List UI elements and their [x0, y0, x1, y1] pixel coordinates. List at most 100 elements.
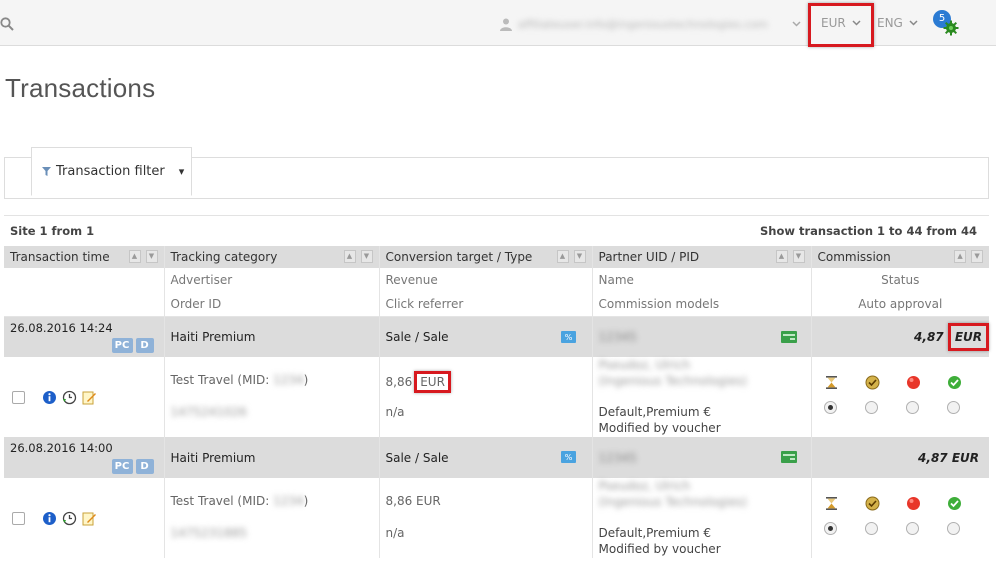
- user-icon: [500, 18, 512, 31]
- approved-icon[interactable]: [947, 496, 962, 511]
- sort-asc-button[interactable]: ▲: [775, 250, 788, 263]
- sort-desc-button[interactable]: ▼: [792, 250, 805, 263]
- d-badge: D: [135, 459, 154, 474]
- revenue-amount: 8,86: [385, 375, 413, 389]
- pc-badge: PC: [111, 459, 133, 474]
- svg-text:%: %: [564, 333, 572, 342]
- approved-pending-icon[interactable]: [865, 375, 880, 390]
- pager-row: Site 1 from 1 Show transaction 1 to 44 f…: [4, 216, 989, 246]
- status-radio-approved[interactable]: [946, 401, 960, 414]
- advertiser-suffix: ): [303, 373, 309, 387]
- info-icon[interactable]: [42, 390, 57, 405]
- partner-name: Pseudoz, Ulrich: [598, 358, 691, 372]
- svg-text:%: %: [564, 453, 572, 462]
- status-radio-pending[interactable]: [864, 522, 878, 535]
- commission-amount: 4,87 EUR: [811, 437, 990, 478]
- credit-card-icon[interactable]: [780, 451, 797, 463]
- modified-note: Modified by voucher: [598, 421, 721, 435]
- header-row: Transaction time ▲ ▼ Tracking category ▲ ▼…: [4, 246, 990, 268]
- advertiser-suffix: ): [303, 494, 309, 508]
- column-header: Commission ▲ ▼: [811, 246, 990, 268]
- partner-company: (Ingenious Technologies): [598, 374, 748, 388]
- click-referrer: n/a: [385, 526, 405, 540]
- transaction-detail-row: Test Travel (MID: 1234) 1475231885 8,86 …: [4, 478, 989, 558]
- commission-models: Default,Premium €: [598, 405, 712, 419]
- hourglass-icon[interactable]: [824, 375, 839, 390]
- user-menu[interactable]: affiliateuser.info@ingenioustechnologies…: [500, 16, 801, 32]
- pc-badge: PC: [111, 338, 133, 353]
- transaction-time: 26.08.2016 14:00: [10, 441, 113, 455]
- status-radio-pending[interactable]: [864, 401, 878, 414]
- column-label: Tracking category: [170, 250, 278, 264]
- status-radio-open[interactable]: [823, 401, 837, 414]
- credit-card-icon[interactable]: [780, 330, 797, 343]
- transaction-summary-row: 26.08.2016 14:24 PC D Haiti Premium Sale …: [4, 316, 990, 357]
- history-icon[interactable]: [62, 390, 77, 405]
- info-icon[interactable]: [42, 511, 57, 526]
- status-radio-approved[interactable]: [946, 522, 960, 535]
- filter-icon: [42, 167, 51, 176]
- rejected-icon[interactable]: [906, 375, 921, 390]
- edit-icon[interactable]: [82, 511, 97, 526]
- row-checkbox[interactable]: [12, 512, 25, 525]
- sort-asc-button[interactable]: ▲: [343, 250, 356, 263]
- transaction-filter-tab[interactable]: Transaction filter ▾: [31, 147, 192, 196]
- partner-company: (Ingenious Technologies): [598, 495, 748, 509]
- commission-amount: 4,87: [914, 329, 944, 344]
- modified-note: Modified by voucher: [598, 542, 721, 556]
- sort-desc-button[interactable]: ▼: [145, 250, 158, 263]
- rejected-icon[interactable]: [906, 496, 921, 511]
- commission-models: Default,Premium €: [598, 526, 712, 540]
- revenue-currency-highlight: EUR: [414, 371, 451, 393]
- subheader-row: Order ID Click referrer Commission model…: [4, 292, 990, 317]
- column-label: Conversion target / Type: [385, 250, 533, 264]
- sort-asc-button[interactable]: ▲: [128, 250, 141, 263]
- subheader-label: Advertiser: [164, 268, 380, 292]
- conversion-type: Sale / Sale: [385, 450, 449, 465]
- subheader-label: Status: [881, 273, 920, 287]
- sort-asc-button[interactable]: ▲: [556, 250, 569, 263]
- language-selector[interactable]: ENG: [877, 16, 918, 30]
- hourglass-icon[interactable]: [824, 496, 839, 511]
- advertiser-mid: 1234: [273, 373, 304, 387]
- row-checkbox[interactable]: [12, 391, 25, 404]
- history-icon[interactable]: [62, 511, 77, 526]
- percent-icon[interactable]: %: [560, 451, 576, 463]
- status-radio-open[interactable]: [823, 522, 837, 535]
- chevron-down-icon: [792, 21, 801, 27]
- column-header: Conversion target / Type ▲ ▼: [379, 246, 593, 268]
- sort-desc-button[interactable]: ▼: [573, 250, 586, 263]
- sort-asc-button[interactable]: ▲: [954, 250, 967, 263]
- edit-icon[interactable]: [82, 390, 97, 405]
- subheader-label: Commission models: [592, 292, 812, 317]
- subheader-label: Revenue: [379, 268, 593, 292]
- transaction-range: Show transaction 1 to 44 from 44: [759, 224, 978, 238]
- percent-icon[interactable]: %: [560, 330, 576, 343]
- column-header: Tracking category ▲ ▼: [164, 246, 380, 268]
- approved-icon[interactable]: [947, 375, 962, 390]
- notifications-button[interactable]: 5: [933, 10, 961, 36]
- partner-uid: 12345: [598, 450, 637, 465]
- column-header: Partner UID / PID ▲ ▼: [592, 246, 812, 268]
- subheader-row: Advertiser Revenue Name Status: [4, 268, 989, 292]
- caret-down-icon: ▾: [178, 165, 185, 178]
- order-id: 1475231885: [170, 526, 247, 540]
- commission-currency-highlight: EUR: [947, 322, 990, 351]
- sort-desc-button[interactable]: ▼: [971, 250, 984, 263]
- subheader-label: Name: [592, 268, 812, 292]
- status-radio-rejected[interactable]: [905, 522, 919, 535]
- site-indicator: Site 1 from 1: [10, 224, 95, 238]
- chevron-down-icon: [909, 20, 918, 26]
- tracking-category: Haiti Premium: [164, 437, 380, 478]
- page-title: Transactions: [5, 73, 156, 103]
- currency-highlight: [808, 3, 874, 47]
- partner-uid: 12345: [598, 329, 637, 344]
- transactions-table: Site 1 from 1 Show transaction 1 to 44 f…: [4, 215, 990, 558]
- search-icon[interactable]: [0, 17, 14, 31]
- order-id: 1475241026: [170, 405, 247, 419]
- sort-desc-button[interactable]: ▼: [360, 250, 373, 263]
- gear-icon: [943, 20, 959, 36]
- status-radio-rejected[interactable]: [905, 401, 919, 414]
- approved-pending-icon[interactable]: [865, 496, 880, 511]
- transaction-summary-row: 26.08.2016 14:00 PC D Haiti Premium Sale …: [4, 437, 990, 478]
